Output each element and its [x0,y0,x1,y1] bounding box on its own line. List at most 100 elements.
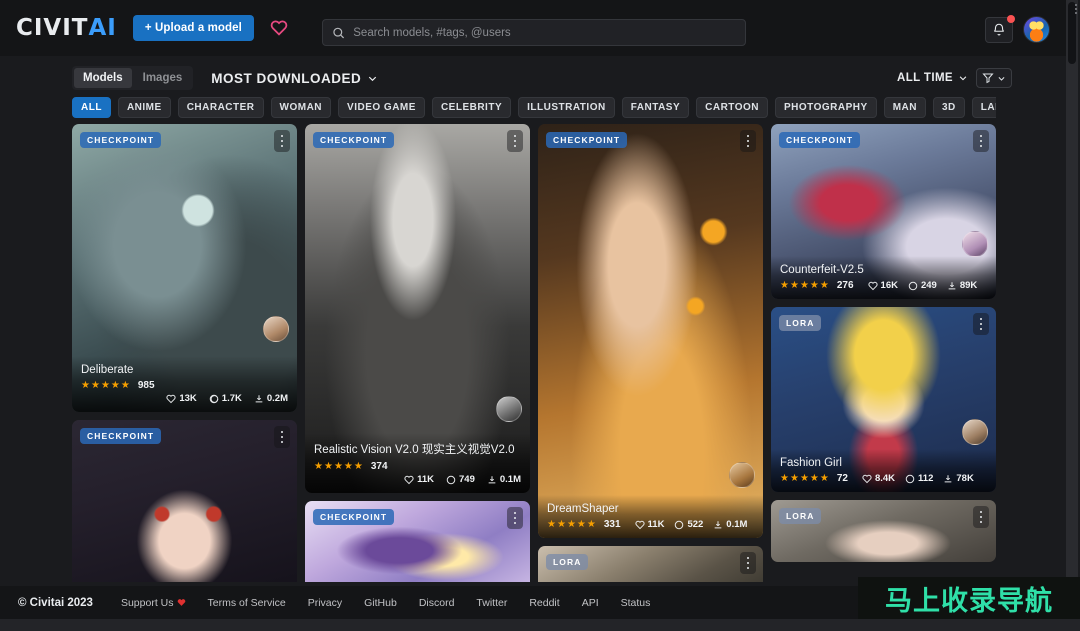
card-type-badge: CHECKPOINT [80,428,161,444]
card-stats-row: 8.4K 112 78K [862,473,974,484]
tag-pill-woman[interactable]: WOMAN [271,97,332,118]
likes-count: 11K [648,519,665,530]
civitai-logo[interactable]: CIVITAI [16,15,117,41]
card-menu-button[interactable] [973,506,989,528]
search-bar[interactable] [322,19,746,46]
filter-button[interactable] [976,68,1012,88]
model-card-grid: CHECKPOINT Deliberate ★★★★★ 985 13K [72,124,997,582]
card-info: Realistic Vision V2.0 现实主义视觉V2.0 ★★★★★ 3… [305,433,530,493]
time-period-dropdown[interactable]: ALL TIME [897,72,968,84]
app-header: CIVITAI + Upload a model [0,0,1066,56]
card-menu-button[interactable] [507,130,523,152]
model-card-realistic-vision[interactable]: CHECKPOINT Realistic Vision V2.0 现实主义视觉V… [305,124,530,493]
bell-icon [992,22,1006,37]
footer-link-terms[interactable]: Terms of Service [208,597,286,609]
card-stats-row: 13K 1.7K 0.2M [81,393,288,404]
controls-right: ALL TIME [897,68,1012,88]
comments-stat: 1.7K [209,393,242,404]
likes-count: 11K [417,474,434,485]
grid-column-4: CHECKPOINT Counterfeit-V2.5 ★★★★★ 276 1 [771,124,996,570]
tag-pill-video-game[interactable]: VIDEO GAME [338,97,425,118]
card-rating-row: ★★★★★ 72 8.4K 112 [780,473,987,484]
rating-stars: ★★★★★ [547,520,596,530]
heart-icon [862,474,872,484]
model-card-lora-partial-2[interactable]: LORA [771,500,996,562]
grid-column-2: CHECKPOINT Realistic Vision V2.0 现实主义视觉V… [305,124,530,582]
rating-stars: ★★★★★ [81,381,130,391]
model-card-deliberate[interactable]: CHECKPOINT Deliberate ★★★★★ 985 13K [72,124,297,412]
likes-stat: 11K [635,519,665,530]
tag-pill-man[interactable]: MAN [884,97,926,118]
sort-label: MOST DOWNLOADED [211,71,361,86]
heart-icon [177,598,186,607]
copyright-text: © Civitai 2023 [18,597,93,609]
tag-pill-character[interactable]: CHARACTER [178,97,264,118]
likes-stat: 13K [166,393,196,404]
rating-count: 72 [837,473,848,484]
page-scrollbar[interactable] [1066,0,1078,631]
footer-link-status[interactable]: Status [621,597,651,609]
grid-column-1: CHECKPOINT Deliberate ★★★★★ 985 13K [72,124,297,582]
tag-pill-celebrity[interactable]: CELEBRITY [432,97,511,118]
card-info: DreamShaper ★★★★★ 331 11K [538,495,763,538]
card-title: Deliberate [81,364,288,376]
likes-count: 13K [179,393,196,404]
user-avatar[interactable] [1023,16,1050,43]
card-creator-avatar[interactable] [962,419,988,445]
tab-images[interactable]: Images [134,68,192,88]
grid-column-3: CHECKPOINT DreamShaper ★★★★★ 331 11K [538,124,763,582]
tab-models[interactable]: Models [74,68,132,88]
card-creator-avatar[interactable] [729,462,755,488]
card-title: Fashion Girl [780,457,987,469]
search-input[interactable] [353,27,736,39]
footer-link-privacy[interactable]: Privacy [308,597,342,609]
footer-link-reddit[interactable]: Reddit [529,597,559,609]
model-card-anime-girl[interactable]: CHECKPOINT [72,420,297,582]
tag-filter-list: ALL ANIME CHARACTER WOMAN VIDEO GAME CEL… [72,96,996,118]
card-menu-button[interactable] [507,507,523,529]
card-type-badge: LORA [779,508,821,524]
card-creator-avatar[interactable] [962,231,988,257]
card-creator-avatar[interactable] [263,316,289,342]
card-menu-button[interactable] [274,426,290,448]
tag-pill-anime[interactable]: ANIME [118,97,171,118]
model-card-counterfeit[interactable]: CHECKPOINT Counterfeit-V2.5 ★★★★★ 276 1 [771,124,996,299]
tag-pill-fantasy[interactable]: FANTASY [622,97,689,118]
tag-pill-all[interactable]: ALL [72,97,111,118]
tag-pill-landscapes[interactable]: LANDSCAPES [972,97,996,118]
footer-link-github[interactable]: GitHub [364,597,397,609]
likes-stat: 11K [404,474,434,485]
card-thumbnail [72,420,297,582]
heart-icon [166,394,176,404]
sort-dropdown[interactable]: MOST DOWNLOADED [211,71,378,86]
comment-icon [209,394,219,404]
card-menu-button[interactable] [973,130,989,152]
footer-link-support-us[interactable]: Support Us [121,597,186,609]
card-menu-button[interactable] [740,130,756,152]
model-card-fashion-girl[interactable]: LORA Fashion Girl ★★★★★ 72 8.4K [771,307,996,492]
comment-icon [674,520,684,530]
tag-pill-photography[interactable]: PHOTOGRAPHY [775,97,877,118]
model-card-lora-partial[interactable]: LORA [538,546,763,582]
card-type-badge: CHECKPOINT [313,509,394,525]
notifications-button[interactable] [985,17,1013,43]
model-card-dreamshaper[interactable]: CHECKPOINT DreamShaper ★★★★★ 331 11K [538,124,763,538]
heart-icon [635,520,645,530]
card-menu-button[interactable] [274,130,290,152]
card-menu-button[interactable] [973,313,989,335]
tag-pill-illustration[interactable]: ILLUSTRATION [518,97,615,118]
favorites-heart-icon[interactable] [266,15,292,41]
model-card-witch[interactable]: CHECKPOINT [305,501,530,582]
card-creator-avatar[interactable] [496,396,522,422]
tag-pill-3d[interactable]: 3D [933,97,965,118]
search-icon [332,26,345,40]
upload-model-button[interactable]: + Upload a model [133,15,254,41]
footer-link-api[interactable]: API [582,597,599,609]
logo-text-ai: AI [88,15,116,41]
footer-link-discord[interactable]: Discord [419,597,455,609]
tag-pill-cartoon[interactable]: CARTOON [696,97,768,118]
footer-link-twitter[interactable]: Twitter [476,597,507,609]
card-menu-button[interactable] [740,552,756,574]
downloads-stat: 0.2M [254,393,288,404]
rating-count: 985 [138,380,155,391]
